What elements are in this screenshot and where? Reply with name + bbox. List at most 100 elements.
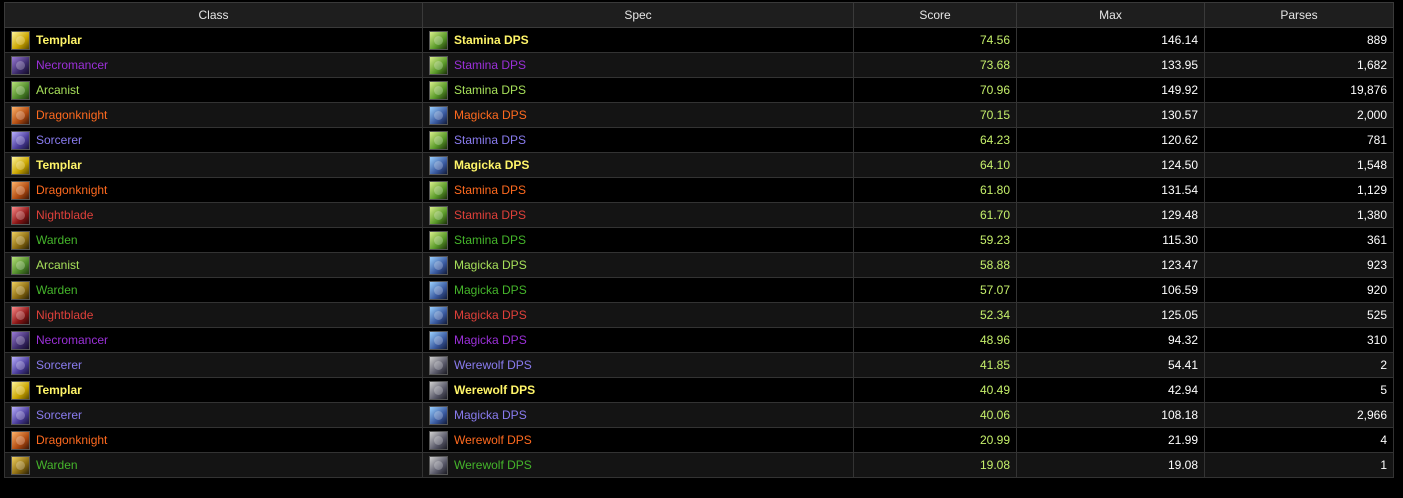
spec-name[interactable]: Stamina DPS	[454, 33, 529, 47]
parses-value: 2	[1204, 352, 1394, 378]
class-name[interactable]: Templar	[36, 33, 82, 47]
class-cell-content: Warden	[11, 454, 416, 477]
max-value: 133.95	[1016, 52, 1205, 78]
spec-name[interactable]: Werewolf DPS	[454, 383, 535, 397]
class-cell: Necromancer	[4, 52, 423, 78]
spec-name[interactable]: Stamina DPS	[454, 83, 526, 97]
necromancer-icon	[11, 330, 30, 350]
class-name[interactable]: Necromancer	[36, 58, 108, 72]
header-row: Class Spec Score Max Parses	[4, 2, 1394, 28]
stamina-skill-icon	[429, 30, 448, 50]
max-value: 149.92	[1016, 77, 1205, 103]
class-cell-content: Arcanist	[11, 254, 416, 277]
table-row[interactable]: Arcanist Magicka DPS 58.88 123.47 923	[4, 252, 1394, 278]
spec-cell-content: Stamina DPS	[429, 179, 847, 202]
class-cell: Dragonknight	[4, 102, 423, 128]
table-row[interactable]: Warden Stamina DPS 59.23 115.30 361	[4, 227, 1394, 253]
table-row[interactable]: Sorcerer Stamina DPS 64.23 120.62 781	[4, 127, 1394, 153]
spec-name[interactable]: Stamina DPS	[454, 133, 526, 147]
class-name[interactable]: Sorcerer	[36, 358, 82, 372]
class-name[interactable]: Nightblade	[36, 208, 93, 222]
spec-cell: Stamina DPS	[422, 127, 854, 153]
spec-name[interactable]: Magicka DPS	[454, 308, 527, 322]
table-row[interactable]: Nightblade Magicka DPS 52.34 125.05 525	[4, 302, 1394, 328]
class-name[interactable]: Dragonknight	[36, 433, 107, 447]
parses-value: 923	[1204, 252, 1394, 278]
table-row[interactable]: Arcanist Stamina DPS 70.96 149.92 19,876	[4, 77, 1394, 103]
sorcerer-icon	[11, 355, 30, 375]
spec-name[interactable]: Stamina DPS	[454, 208, 526, 222]
spec-name[interactable]: Werewolf DPS	[454, 458, 532, 472]
sorcerer-icon	[11, 405, 30, 425]
table-row[interactable]: Sorcerer Werewolf DPS 41.85 54.41 2	[4, 352, 1394, 378]
spec-cell-content: Stamina DPS	[429, 79, 847, 102]
table-row[interactable]: Dragonknight Magicka DPS 70.15 130.57 2,000	[4, 102, 1394, 128]
class-name[interactable]: Sorcerer	[36, 408, 82, 422]
werewolf-skill-icon	[429, 430, 448, 450]
spec-name[interactable]: Werewolf DPS	[454, 433, 532, 447]
table-row[interactable]: Nightblade Stamina DPS 61.70 129.48 1,380	[4, 202, 1394, 228]
column-header-parses[interactable]: Parses	[1204, 2, 1394, 28]
spec-cell: Stamina DPS	[422, 27, 854, 53]
spec-name[interactable]: Magicka DPS	[454, 258, 527, 272]
table-row[interactable]: Templar Stamina DPS 74.56 146.14 889	[4, 27, 1394, 53]
column-header-max[interactable]: Max	[1016, 2, 1205, 28]
score-value: 52.34	[853, 302, 1017, 328]
class-cell: Templar	[4, 152, 423, 178]
table-row[interactable]: Necromancer Stamina DPS 73.68 133.95 1,682	[4, 52, 1394, 78]
table-row[interactable]: Templar Werewolf DPS 40.49 42.94 5	[4, 377, 1394, 403]
magicka-skill-icon	[429, 255, 448, 275]
class-name[interactable]: Templar	[36, 158, 82, 172]
spec-name[interactable]: Magicka DPS	[454, 333, 527, 347]
column-header-score[interactable]: Score	[853, 2, 1017, 28]
class-name[interactable]: Sorcerer	[36, 133, 82, 147]
spec-cell: Magicka DPS	[422, 152, 854, 178]
spec-cell: Magicka DPS	[422, 252, 854, 278]
class-cell-content: Templar	[11, 379, 416, 402]
class-cell: Dragonknight	[4, 177, 423, 203]
max-value: 42.94	[1016, 377, 1205, 403]
class-name[interactable]: Necromancer	[36, 333, 108, 347]
magicka-skill-icon	[429, 155, 448, 175]
score-value: 20.99	[853, 427, 1017, 453]
table-row[interactable]: Dragonknight Stamina DPS 61.80 131.54 1,129	[4, 177, 1394, 203]
class-name[interactable]: Dragonknight	[36, 183, 107, 197]
class-name[interactable]: Arcanist	[36, 258, 79, 272]
table-row[interactable]: Necromancer Magicka DPS 48.96 94.32 310	[4, 327, 1394, 353]
spec-name[interactable]: Stamina DPS	[454, 183, 526, 197]
table-row[interactable]: Dragonknight Werewolf DPS 20.99 21.99 4	[4, 427, 1394, 453]
class-name[interactable]: Templar	[36, 383, 82, 397]
column-header-spec[interactable]: Spec	[422, 2, 854, 28]
magicka-skill-icon	[429, 305, 448, 325]
spec-name[interactable]: Magicka DPS	[454, 283, 527, 297]
parses-value: 920	[1204, 277, 1394, 303]
class-name[interactable]: Dragonknight	[36, 108, 107, 122]
spec-name[interactable]: Stamina DPS	[454, 233, 526, 247]
table-row[interactable]: Warden Werewolf DPS 19.08 19.08 1	[4, 452, 1394, 478]
spec-name[interactable]: Magicka DPS	[454, 408, 527, 422]
spec-name[interactable]: Magicka DPS	[454, 108, 527, 122]
class-name[interactable]: Arcanist	[36, 83, 79, 97]
score-value: 61.80	[853, 177, 1017, 203]
warden-icon	[11, 455, 30, 475]
spec-name[interactable]: Werewolf DPS	[454, 358, 532, 372]
table-row[interactable]: Templar Magicka DPS 64.10 124.50 1,548	[4, 152, 1394, 178]
max-value: 146.14	[1016, 27, 1205, 53]
spec-name[interactable]: Magicka DPS	[454, 158, 529, 172]
class-name[interactable]: Warden	[36, 233, 78, 247]
class-cell: Dragonknight	[4, 427, 423, 453]
spec-cell-content: Werewolf DPS	[429, 379, 847, 402]
class-name[interactable]: Nightblade	[36, 308, 93, 322]
class-cell: Arcanist	[4, 77, 423, 103]
class-name[interactable]: Warden	[36, 283, 78, 297]
spec-cell: Werewolf DPS	[422, 377, 854, 403]
class-cell-content: Templar	[11, 29, 416, 52]
spec-name[interactable]: Stamina DPS	[454, 58, 526, 72]
column-header-class[interactable]: Class	[4, 2, 423, 28]
parses-value: 361	[1204, 227, 1394, 253]
table-row[interactable]: Sorcerer Magicka DPS 40.06 108.18 2,966	[4, 402, 1394, 428]
class-name[interactable]: Warden	[36, 458, 78, 472]
table-row[interactable]: Warden Magicka DPS 57.07 106.59 920	[4, 277, 1394, 303]
spec-cell-content: Magicka DPS	[429, 279, 847, 302]
score-value: 58.88	[853, 252, 1017, 278]
